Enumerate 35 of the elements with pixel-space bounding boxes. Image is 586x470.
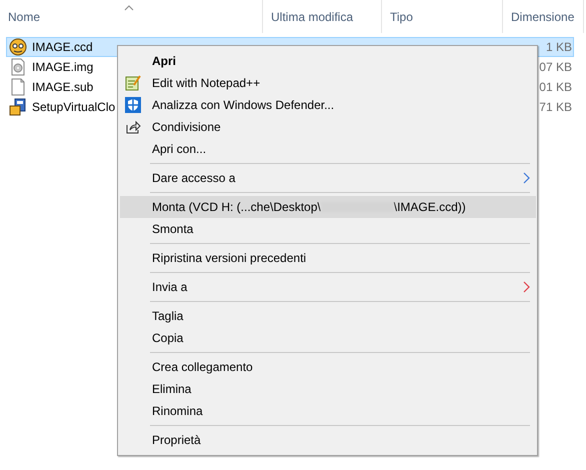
column-header[interactable]: Dimensione <box>511 8 574 26</box>
menu-item[interactable]: Dare accesso a <box>120 167 536 189</box>
menu-item[interactable]: Monta (VCD H: (...che\Desktop\ \IMAGE.ccd)) <box>120 196 536 218</box>
menu-item[interactable]: Edit with Notepad++ <box>120 72 536 94</box>
blank-file-icon <box>9 78 27 96</box>
menu-item[interactable]: Rinomina <box>120 400 536 422</box>
file-icon <box>9 38 27 56</box>
column-header[interactable]: Nome <box>8 8 40 26</box>
menu-item[interactable]: Smonta <box>120 218 536 240</box>
menu-item[interactable]: Analizza con Windows Defender... <box>120 94 536 116</box>
shield-icon <box>125 97 141 113</box>
file-name: IMAGE.ccd <box>32 39 93 56</box>
file-name: IMAGE.sub <box>32 79 94 96</box>
installer-icon <box>9 98 27 116</box>
menu-item[interactable]: Apri <box>120 50 536 72</box>
file-size: 1 KB <box>546 39 572 56</box>
menu-item[interactable]: Crea collegamento <box>120 356 536 378</box>
menu-item[interactable]: Proprietà <box>120 429 536 451</box>
file-size: 07 KB <box>539 59 572 76</box>
menu-item[interactable]: Ripristina versioni precedenti <box>120 247 536 269</box>
menu-item[interactable]: Apri con... <box>120 138 536 160</box>
file-size: 71 KB <box>539 99 572 116</box>
menu-item[interactable]: Condivisione <box>120 116 536 138</box>
menu-item[interactable]: Elimina <box>120 378 536 400</box>
file-name: SetupVirtualClo <box>32 99 116 116</box>
notepad-icon <box>125 75 141 91</box>
file-name: IMAGE.img <box>32 59 94 76</box>
share-icon <box>125 119 141 135</box>
column-header[interactable]: Tipo <box>390 8 413 26</box>
column-header[interactable]: Ultima modifica <box>271 8 354 26</box>
menu-item[interactable]: Invia a <box>120 276 536 298</box>
menu-item[interactable]: Taglia <box>120 305 536 327</box>
disc-file-icon <box>9 58 27 76</box>
menu-item[interactable]: Copia <box>120 327 536 349</box>
file-size: 01 KB <box>539 79 572 96</box>
